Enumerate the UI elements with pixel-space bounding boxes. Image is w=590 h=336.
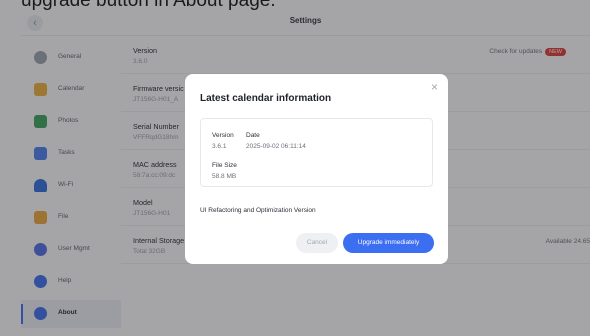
file-size-label: File Size — [212, 162, 237, 169]
upgrade-button[interactable]: Upgrade immediately — [343, 233, 434, 253]
close-icon[interactable]: × — [431, 80, 438, 94]
file-size-value: 58.8 MB — [212, 173, 237, 180]
date-value: 2025-09-02 06:11:14 — [246, 143, 306, 150]
version-label: Version — [212, 132, 234, 139]
update-dialog: × Latest calendar information Version 3.… — [185, 74, 448, 264]
update-description: UI Refactoring and Optimization Version — [200, 207, 316, 214]
update-info-box: Version 3.6.1 Date 2025-09-02 06:11:14 F… — [200, 118, 433, 187]
date-label: Date — [246, 132, 260, 139]
version-value: 3.6.1 — [212, 143, 227, 150]
cancel-button[interactable]: Cancel — [296, 233, 338, 253]
dialog-title: Latest calendar information — [200, 93, 332, 104]
